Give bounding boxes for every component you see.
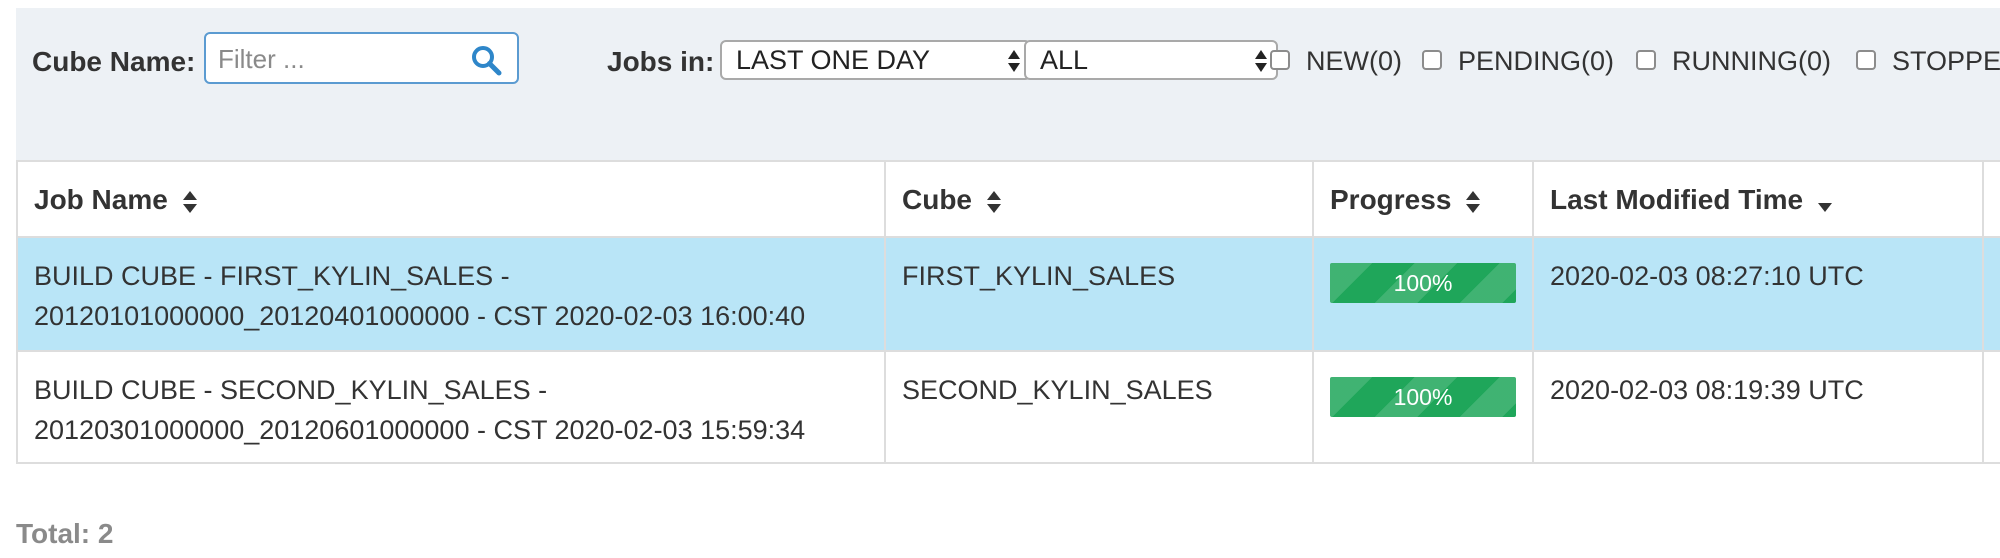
row-divider bbox=[16, 462, 2000, 464]
header-divider bbox=[16, 236, 2000, 238]
cube-filter-box[interactable] bbox=[204, 32, 519, 84]
cube-filter-input[interactable] bbox=[218, 42, 458, 76]
search-icon[interactable] bbox=[470, 44, 502, 76]
jobs-page: Cube Name: Jobs in: LAST ONE DAY ALL bbox=[0, 0, 2000, 558]
last-modified-cell: 2020-02-03 08:27:10 UTC bbox=[1550, 261, 1864, 291]
status-select[interactable]: ALL bbox=[1024, 40, 1278, 80]
new-checkbox[interactable] bbox=[1270, 50, 1290, 70]
progress-bar: 100% bbox=[1330, 263, 1516, 303]
total-count: Total: 2 bbox=[16, 518, 114, 549]
column-divider bbox=[1982, 162, 1984, 464]
column-header-last-modified[interactable]: Last Modified Time bbox=[1550, 184, 1833, 216]
running-checkbox[interactable] bbox=[1636, 50, 1656, 70]
progress-bar: 100% bbox=[1330, 377, 1516, 417]
stopped-checkbox-label[interactable]: STOPPE bbox=[1892, 46, 2000, 77]
jobs-table: Job Name Cube Progress Last Modified Tim… bbox=[16, 160, 2000, 464]
column-divider bbox=[884, 162, 886, 464]
job-name-cell[interactable]: BUILD CUBE - SECOND_KYLIN_SALES - 201203… bbox=[34, 370, 805, 450]
sort-both-icon bbox=[986, 190, 1001, 213]
row-divider bbox=[16, 350, 2000, 352]
filter-bar: Cube Name: Jobs in: LAST ONE DAY ALL bbox=[16, 8, 2000, 160]
cube-name-label: Cube Name: bbox=[32, 46, 196, 77]
new-checkbox-label[interactable]: NEW(0) bbox=[1306, 46, 1402, 77]
column-divider bbox=[1312, 162, 1314, 464]
pending-checkbox[interactable] bbox=[1422, 50, 1442, 70]
progress-label: 100% bbox=[1393, 384, 1453, 410]
job-name-cell[interactable]: BUILD CUBE - FIRST_KYLIN_SALES - 2012010… bbox=[34, 256, 805, 336]
column-header-cube[interactable]: Cube bbox=[902, 184, 1002, 216]
sort-both-icon bbox=[1466, 190, 1481, 213]
last-modified-cell: 2020-02-03 08:19:39 UTC bbox=[1550, 375, 1864, 405]
cube-cell: FIRST_KYLIN_SALES bbox=[902, 261, 1176, 291]
progress-label: 100% bbox=[1393, 270, 1453, 296]
table-border bbox=[16, 162, 18, 464]
sort-desc-icon bbox=[1817, 202, 1832, 212]
select-arrows-icon bbox=[1255, 50, 1267, 72]
cube-cell: SECOND_KYLIN_SALES bbox=[902, 375, 1213, 405]
column-header-progress[interactable]: Progress bbox=[1330, 184, 1481, 216]
time-range-value: LAST ONE DAY bbox=[736, 45, 931, 75]
stopped-checkbox[interactable] bbox=[1856, 50, 1876, 70]
status-value: ALL bbox=[1040, 45, 1089, 75]
column-divider bbox=[1532, 162, 1534, 464]
time-range-select[interactable]: LAST ONE DAY bbox=[720, 40, 1031, 80]
column-header-job-name[interactable]: Job Name bbox=[34, 184, 198, 216]
jobs-in-label: Jobs in: bbox=[607, 46, 715, 77]
sort-both-icon bbox=[182, 190, 197, 213]
pending-checkbox-label[interactable]: PENDING(0) bbox=[1458, 46, 1614, 77]
select-arrows-icon bbox=[1008, 50, 1020, 72]
running-checkbox-label[interactable]: RUNNING(0) bbox=[1672, 46, 1831, 77]
